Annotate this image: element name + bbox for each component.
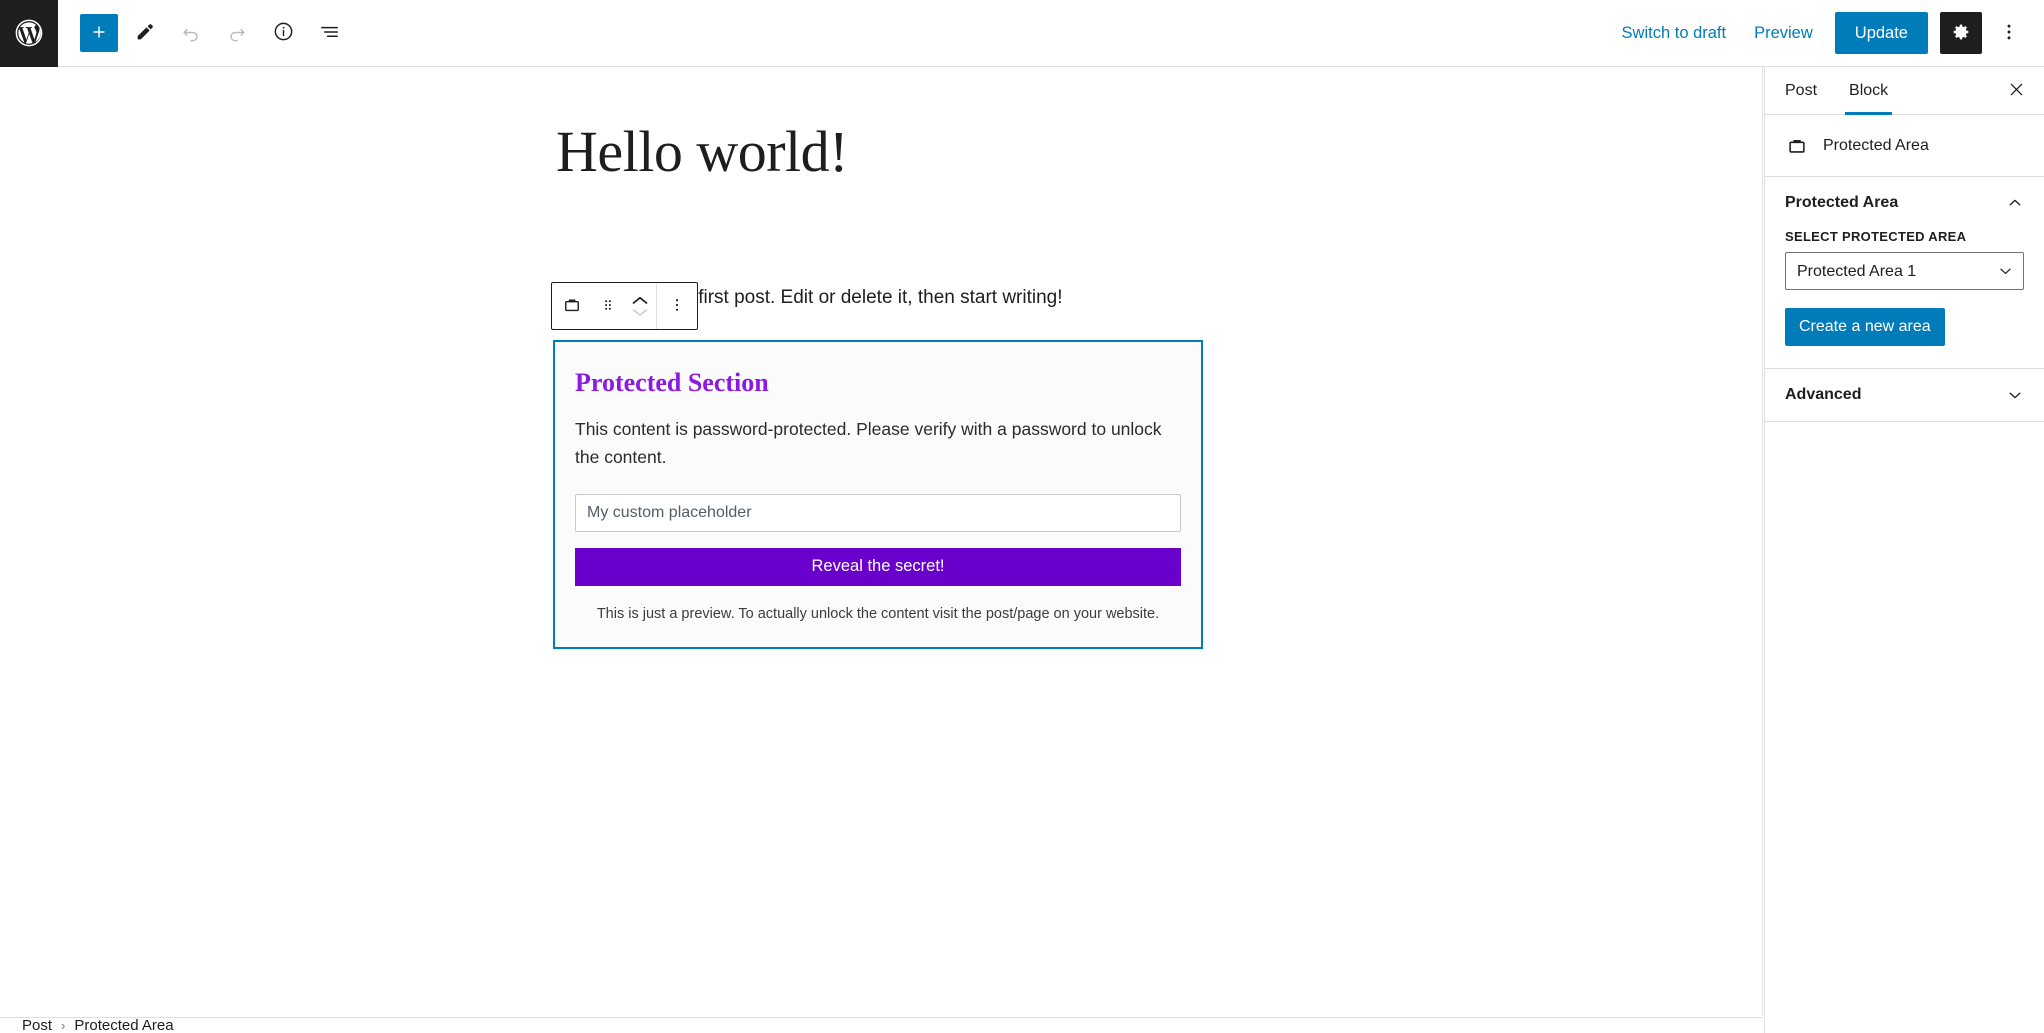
list-view-icon — [318, 20, 341, 46]
password-input[interactable] — [575, 493, 1181, 532]
plus-icon — [88, 21, 110, 46]
panel-protected-area-title: Protected Area — [1785, 194, 1899, 211]
block-drag-handle[interactable] — [592, 283, 624, 329]
chevron-down-icon — [632, 308, 648, 317]
sidebar-close-button[interactable] — [1998, 67, 2034, 114]
preview-button[interactable]: Preview — [1740, 16, 1827, 51]
pencil-icon — [134, 21, 156, 46]
preview-note: This is just a preview. To actually unlo… — [596, 605, 1160, 622]
panel-advanced-title: Advanced — [1785, 386, 1862, 403]
create-new-area-button[interactable]: Create a new area — [1785, 308, 1945, 346]
more-options-button[interactable] — [1988, 12, 2030, 54]
vertical-ellipsis-icon — [668, 296, 686, 317]
list-view-button[interactable] — [310, 14, 348, 52]
close-icon — [2007, 80, 2026, 102]
switch-to-draft-button[interactable]: Switch to draft — [1608, 16, 1741, 51]
redo-button[interactable] — [218, 14, 256, 52]
gear-icon — [1950, 21, 1972, 46]
protected-area-select-wrapper: Protected Area 1 — [1785, 252, 2024, 290]
protected-section-heading: Protected Section — [575, 368, 769, 397]
header-right-toolbar: Switch to draft Preview Update — [1608, 12, 2044, 54]
post-title[interactable]: Hello world! — [556, 120, 849, 184]
panel-advanced: Advanced — [1765, 369, 2044, 422]
protected-area-select[interactable]: Protected Area 1 — [1785, 252, 2024, 290]
header-left-toolbar — [58, 14, 348, 52]
block-toolbar-group-options — [656, 283, 697, 329]
redo-arrow-icon — [226, 21, 248, 46]
chevron-up-icon — [2006, 194, 2024, 212]
wordpress-logo-icon — [13, 17, 45, 49]
undo-button[interactable] — [172, 14, 210, 52]
drag-dots-icon — [599, 296, 617, 317]
panel-advanced-header[interactable]: Advanced — [1765, 369, 2044, 421]
reveal-secret-button[interactable]: Reveal the secret! — [575, 547, 1181, 586]
update-button[interactable]: Update — [1834, 12, 1928, 54]
block-toolbar — [551, 282, 698, 330]
block-options-button[interactable] — [657, 283, 697, 329]
selected-block-card: Protected Area — [1765, 115, 2044, 177]
details-button[interactable] — [264, 14, 302, 52]
select-protected-area-label: SELECT PROTECTED AREA — [1785, 229, 1967, 244]
block-type-button[interactable] — [552, 283, 592, 329]
chevron-down-icon — [2006, 386, 2024, 404]
block-move-buttons[interactable] — [624, 283, 656, 329]
edit-tools-button[interactable] — [126, 14, 164, 52]
breadcrumb-separator-icon: › — [61, 1018, 66, 1033]
panel-protected-area-content: SELECT PROTECTED AREA Protected Area 1 C… — [1765, 229, 2044, 368]
info-circle-icon — [272, 20, 295, 46]
wordpress-logo-button[interactable] — [0, 0, 58, 67]
breadcrumb-item-post[interactable]: Post — [22, 1018, 52, 1033]
breadcrumb-item-protected-area[interactable]: Protected Area — [74, 1018, 173, 1033]
block-toolbar-group-move — [552, 283, 656, 329]
chevron-up-icon — [632, 296, 648, 305]
protected-section-description: This content is password-protected. Plea… — [575, 419, 1162, 468]
breadcrumb: Post › Protected Area — [0, 1017, 1763, 1033]
protected-area-block[interactable]: Protected Section This content is passwo… — [553, 340, 1203, 650]
editor-canvas[interactable]: Hello world! ess. This is your first pos… — [0, 67, 1763, 1016]
undo-arrow-icon — [180, 21, 202, 46]
panel-protected-area-header[interactable]: Protected Area — [1765, 177, 2044, 229]
tab-block[interactable]: Block — [1833, 67, 1904, 115]
panel-protected-area: Protected Area SELECT PROTECTED AREA Pro… — [1765, 177, 2044, 369]
protected-area-block-icon — [1785, 134, 1809, 158]
sidebar-tabs-spacer — [1904, 67, 1998, 114]
add-block-button[interactable] — [80, 14, 118, 52]
protected-area-block-icon — [562, 295, 582, 318]
vertical-ellipsis-icon — [1998, 21, 2020, 46]
selected-block-title: Protected Area — [1823, 136, 1929, 154]
settings-sidebar: Post Block Protected Area Protected Area — [1764, 67, 2044, 1033]
tab-post[interactable]: Post — [1769, 67, 1833, 114]
editor-header: Switch to draft Preview Update — [0, 0, 2044, 67]
sidebar-tab-list: Post Block — [1765, 67, 2044, 115]
settings-toggle-button[interactable] — [1940, 12, 1982, 54]
